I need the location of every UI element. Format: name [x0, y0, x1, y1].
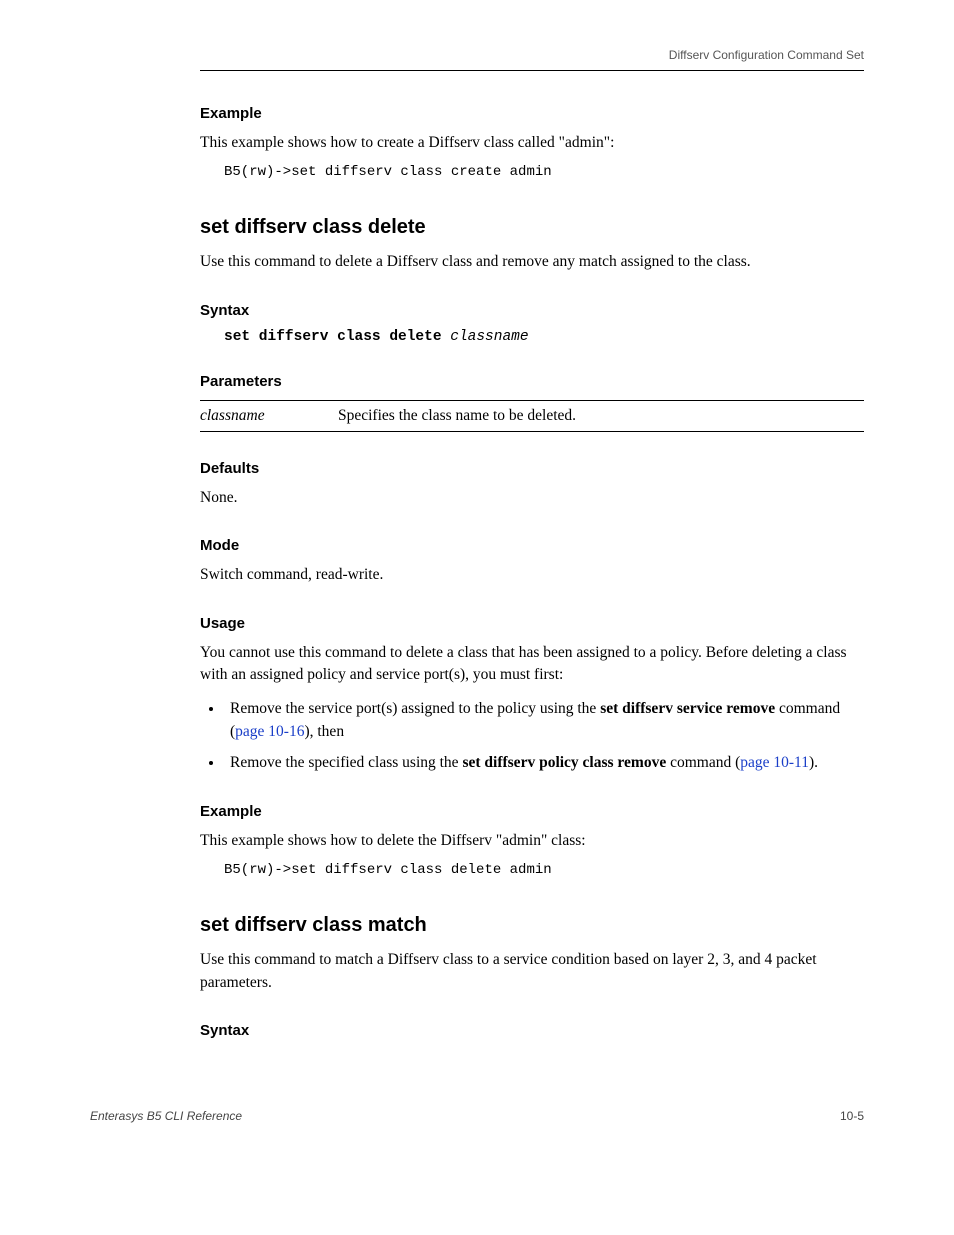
section-heading-example-2: Example — [200, 803, 864, 820]
bullet-text: Remove the specified class using the — [230, 754, 462, 771]
bullet-text: ), then — [304, 723, 344, 740]
section-heading-syntax-1: Syntax — [200, 302, 864, 319]
footer-page-number: 10-5 — [840, 1109, 864, 1123]
command-desc-delete: Use this command to delete a Diffserv cl… — [200, 251, 864, 273]
example-code-1: B5(rw)->set diffserv class create admin — [224, 164, 864, 180]
bullet-command: set diffserv service remove — [600, 700, 775, 717]
bullet-text: ). — [809, 754, 818, 771]
syntax-command: set diffserv class delete — [224, 329, 442, 345]
list-item: Remove the service port(s) assigned to t… — [224, 697, 864, 744]
mode-body: Switch command, read-write. — [200, 564, 864, 586]
footer-doc-title: Enterasys B5 CLI Reference — [90, 1109, 242, 1123]
section-heading-parameters-1: Parameters — [200, 373, 864, 390]
list-item: Remove the specified class using the set… — [224, 751, 864, 774]
usage-bullet-list: Remove the service port(s) assigned to t… — [200, 697, 864, 775]
page-link[interactable]: page 10-11 — [740, 754, 809, 771]
page-footer: Enterasys B5 CLI Reference 10-5 — [0, 1109, 954, 1163]
defaults-body: None. — [200, 487, 864, 509]
bullet-command: set diffserv policy class remove — [462, 754, 666, 771]
example-code-2: B5(rw)->set diffserv class delete admin — [224, 862, 864, 878]
section-heading-usage: Usage — [200, 615, 864, 632]
param-name-cell: classname — [200, 400, 338, 431]
bullet-text: Remove the service port(s) assigned to t… — [230, 700, 600, 717]
page-link[interactable]: page 10-16 — [235, 723, 304, 740]
parameters-table: classname Specifies the class name to be… — [200, 400, 864, 432]
usage-body: You cannot use this command to delete a … — [200, 642, 864, 687]
section-heading-defaults: Defaults — [200, 460, 864, 477]
syntax-argument: classname — [450, 329, 528, 345]
header-rule — [200, 70, 864, 71]
header-breadcrumb: Diffserv Configuration Command Set — [200, 48, 864, 70]
section-heading-example-1: Example — [200, 105, 864, 122]
syntax-line-1: set diffserv class delete classname — [224, 329, 864, 345]
command-desc-match: Use this command to match a Diffserv cla… — [200, 949, 864, 994]
param-desc-cell: Specifies the class name to be deleted. — [338, 400, 864, 431]
page-content: Diffserv Configuration Command Set Examp… — [0, 0, 954, 1109]
command-heading-match: set diffserv class match — [200, 914, 864, 937]
section-heading-syntax-2: Syntax — [200, 1022, 864, 1039]
section-heading-mode: Mode — [200, 537, 864, 554]
example-intro-1: This example shows how to create a Diffs… — [200, 132, 864, 154]
bullet-text: command ( — [666, 754, 740, 771]
example-intro-2: This example shows how to delete the Dif… — [200, 830, 864, 852]
table-row: classname Specifies the class name to be… — [200, 400, 864, 431]
command-heading-delete: set diffserv class delete — [200, 216, 864, 239]
